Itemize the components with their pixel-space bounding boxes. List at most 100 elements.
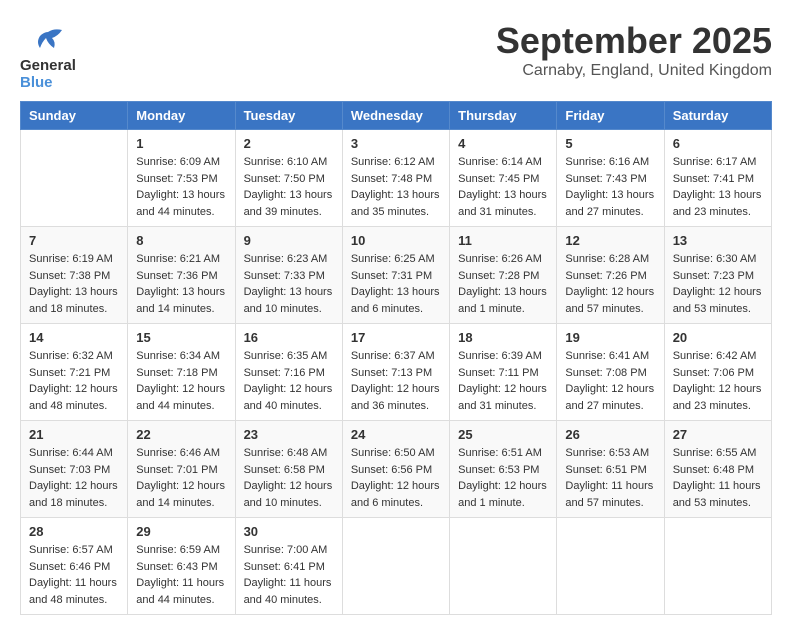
day-number: 2 <box>244 136 334 151</box>
sunrise: Sunrise: 6:59 AM <box>136 544 220 556</box>
day-number: 12 <box>565 233 655 248</box>
sunrise: Sunrise: 6:48 AM <box>244 447 328 459</box>
calendar-cell: 25 Sunrise: 6:51 AM Sunset: 6:53 PM Dayl… <box>450 421 557 518</box>
calendar-cell: 24 Sunrise: 6:50 AM Sunset: 6:56 PM Dayl… <box>342 421 449 518</box>
day-info: Sunrise: 6:41 AM Sunset: 7:08 PM Dayligh… <box>565 348 655 414</box>
day-info: Sunrise: 6:23 AM Sunset: 7:33 PM Dayligh… <box>244 251 334 317</box>
calendar-cell: 22 Sunrise: 6:46 AM Sunset: 7:01 PM Dayl… <box>128 421 235 518</box>
weekday-header-saturday: Saturday <box>664 102 771 130</box>
sunrise: Sunrise: 6:26 AM <box>458 253 542 265</box>
daylight: Daylight: 12 hours and 23 minutes. <box>673 383 762 412</box>
day-number: 28 <box>29 524 119 539</box>
calendar-cell: 20 Sunrise: 6:42 AM Sunset: 7:06 PM Dayl… <box>664 324 771 421</box>
sunrise: Sunrise: 7:00 AM <box>244 544 328 556</box>
day-info: Sunrise: 6:57 AM Sunset: 6:46 PM Dayligh… <box>29 542 119 608</box>
day-number: 26 <box>565 427 655 442</box>
day-info: Sunrise: 6:46 AM Sunset: 7:01 PM Dayligh… <box>136 445 226 511</box>
sunrise: Sunrise: 6:55 AM <box>673 447 757 459</box>
daylight: Daylight: 12 hours and 36 minutes. <box>351 383 440 412</box>
sunrise: Sunrise: 6:34 AM <box>136 350 220 362</box>
weekday-header-sunday: Sunday <box>21 102 128 130</box>
daylight: Daylight: 13 hours and 10 minutes. <box>244 286 333 315</box>
day-number: 14 <box>29 330 119 345</box>
daylight: Daylight: 12 hours and 18 minutes. <box>29 480 118 509</box>
day-number: 23 <box>244 427 334 442</box>
daylight: Daylight: 12 hours and 10 minutes. <box>244 480 333 509</box>
calendar-cell: 7 Sunrise: 6:19 AM Sunset: 7:38 PM Dayli… <box>21 227 128 324</box>
daylight: Daylight: 12 hours and 57 minutes. <box>565 286 654 315</box>
weekday-header-thursday: Thursday <box>450 102 557 130</box>
day-number: 13 <box>673 233 763 248</box>
calendar-cell <box>664 518 771 615</box>
sunrise: Sunrise: 6:16 AM <box>565 156 649 168</box>
day-info: Sunrise: 6:14 AM Sunset: 7:45 PM Dayligh… <box>458 154 548 220</box>
day-info: Sunrise: 7:00 AM Sunset: 6:41 PM Dayligh… <box>244 542 334 608</box>
day-info: Sunrise: 6:59 AM Sunset: 6:43 PM Dayligh… <box>136 542 226 608</box>
day-info: Sunrise: 6:42 AM Sunset: 7:06 PM Dayligh… <box>673 348 763 414</box>
calendar-cell: 11 Sunrise: 6:26 AM Sunset: 7:28 PM Dayl… <box>450 227 557 324</box>
calendar-cell: 1 Sunrise: 6:09 AM Sunset: 7:53 PM Dayli… <box>128 130 235 227</box>
sunrise: Sunrise: 6:21 AM <box>136 253 220 265</box>
daylight: Daylight: 12 hours and 40 minutes. <box>244 383 333 412</box>
day-number: 22 <box>136 427 226 442</box>
calendar-cell: 17 Sunrise: 6:37 AM Sunset: 7:13 PM Dayl… <box>342 324 449 421</box>
sunrise: Sunrise: 6:28 AM <box>565 253 649 265</box>
day-info: Sunrise: 6:39 AM Sunset: 7:11 PM Dayligh… <box>458 348 548 414</box>
day-info: Sunrise: 6:35 AM Sunset: 7:16 PM Dayligh… <box>244 348 334 414</box>
day-number: 20 <box>673 330 763 345</box>
daylight: Daylight: 12 hours and 14 minutes. <box>136 480 225 509</box>
day-info: Sunrise: 6:51 AM Sunset: 6:53 PM Dayligh… <box>458 445 548 511</box>
sunset: Sunset: 7:01 PM <box>136 464 217 476</box>
daylight: Daylight: 12 hours and 44 minutes. <box>136 383 225 412</box>
day-info: Sunrise: 6:44 AM Sunset: 7:03 PM Dayligh… <box>29 445 119 511</box>
day-number: 8 <box>136 233 226 248</box>
day-info: Sunrise: 6:30 AM Sunset: 7:23 PM Dayligh… <box>673 251 763 317</box>
daylight: Daylight: 12 hours and 31 minutes. <box>458 383 547 412</box>
calendar-cell <box>557 518 664 615</box>
daylight: Daylight: 13 hours and 14 minutes. <box>136 286 225 315</box>
day-number: 7 <box>29 233 119 248</box>
day-info: Sunrise: 6:32 AM Sunset: 7:21 PM Dayligh… <box>29 348 119 414</box>
daylight: Daylight: 13 hours and 18 minutes. <box>29 286 118 315</box>
weekday-header-friday: Friday <box>557 102 664 130</box>
calendar-cell: 15 Sunrise: 6:34 AM Sunset: 7:18 PM Dayl… <box>128 324 235 421</box>
sunset: Sunset: 7:26 PM <box>565 270 646 282</box>
sunrise: Sunrise: 6:10 AM <box>244 156 328 168</box>
sunset: Sunset: 7:33 PM <box>244 270 325 282</box>
day-info: Sunrise: 6:28 AM Sunset: 7:26 PM Dayligh… <box>565 251 655 317</box>
sunset: Sunset: 6:41 PM <box>244 561 325 573</box>
sunrise: Sunrise: 6:46 AM <box>136 447 220 459</box>
daylight: Daylight: 13 hours and 27 minutes. <box>565 189 654 218</box>
sunset: Sunset: 7:31 PM <box>351 270 432 282</box>
daylight: Daylight: 11 hours and 40 minutes. <box>244 577 332 606</box>
calendar-cell: 18 Sunrise: 6:39 AM Sunset: 7:11 PM Dayl… <box>450 324 557 421</box>
sunrise: Sunrise: 6:39 AM <box>458 350 542 362</box>
daylight: Daylight: 11 hours and 48 minutes. <box>29 577 117 606</box>
day-number: 27 <box>673 427 763 442</box>
sunset: Sunset: 7:45 PM <box>458 173 539 185</box>
calendar-cell: 5 Sunrise: 6:16 AM Sunset: 7:43 PM Dayli… <box>557 130 664 227</box>
sunrise: Sunrise: 6:44 AM <box>29 447 113 459</box>
sunrise: Sunrise: 6:23 AM <box>244 253 328 265</box>
day-info: Sunrise: 6:25 AM Sunset: 7:31 PM Dayligh… <box>351 251 441 317</box>
calendar-cell: 10 Sunrise: 6:25 AM Sunset: 7:31 PM Dayl… <box>342 227 449 324</box>
day-number: 15 <box>136 330 226 345</box>
sunset: Sunset: 7:13 PM <box>351 367 432 379</box>
calendar-cell: 13 Sunrise: 6:30 AM Sunset: 7:23 PM Dayl… <box>664 227 771 324</box>
daylight: Daylight: 12 hours and 27 minutes. <box>565 383 654 412</box>
sunrise: Sunrise: 6:19 AM <box>29 253 113 265</box>
calendar-cell: 19 Sunrise: 6:41 AM Sunset: 7:08 PM Dayl… <box>557 324 664 421</box>
calendar-cell: 8 Sunrise: 6:21 AM Sunset: 7:36 PM Dayli… <box>128 227 235 324</box>
logo-bird-icon <box>32 24 64 56</box>
weekday-header-wednesday: Wednesday <box>342 102 449 130</box>
sunset: Sunset: 7:03 PM <box>29 464 110 476</box>
calendar-cell: 14 Sunrise: 6:32 AM Sunset: 7:21 PM Dayl… <box>21 324 128 421</box>
sunrise: Sunrise: 6:50 AM <box>351 447 435 459</box>
day-info: Sunrise: 6:17 AM Sunset: 7:41 PM Dayligh… <box>673 154 763 220</box>
sunset: Sunset: 7:06 PM <box>673 367 754 379</box>
daylight: Daylight: 11 hours and 53 minutes. <box>673 480 761 509</box>
day-number: 11 <box>458 233 548 248</box>
sunset: Sunset: 7:18 PM <box>136 367 217 379</box>
day-number: 10 <box>351 233 441 248</box>
daylight: Daylight: 13 hours and 44 minutes. <box>136 189 225 218</box>
